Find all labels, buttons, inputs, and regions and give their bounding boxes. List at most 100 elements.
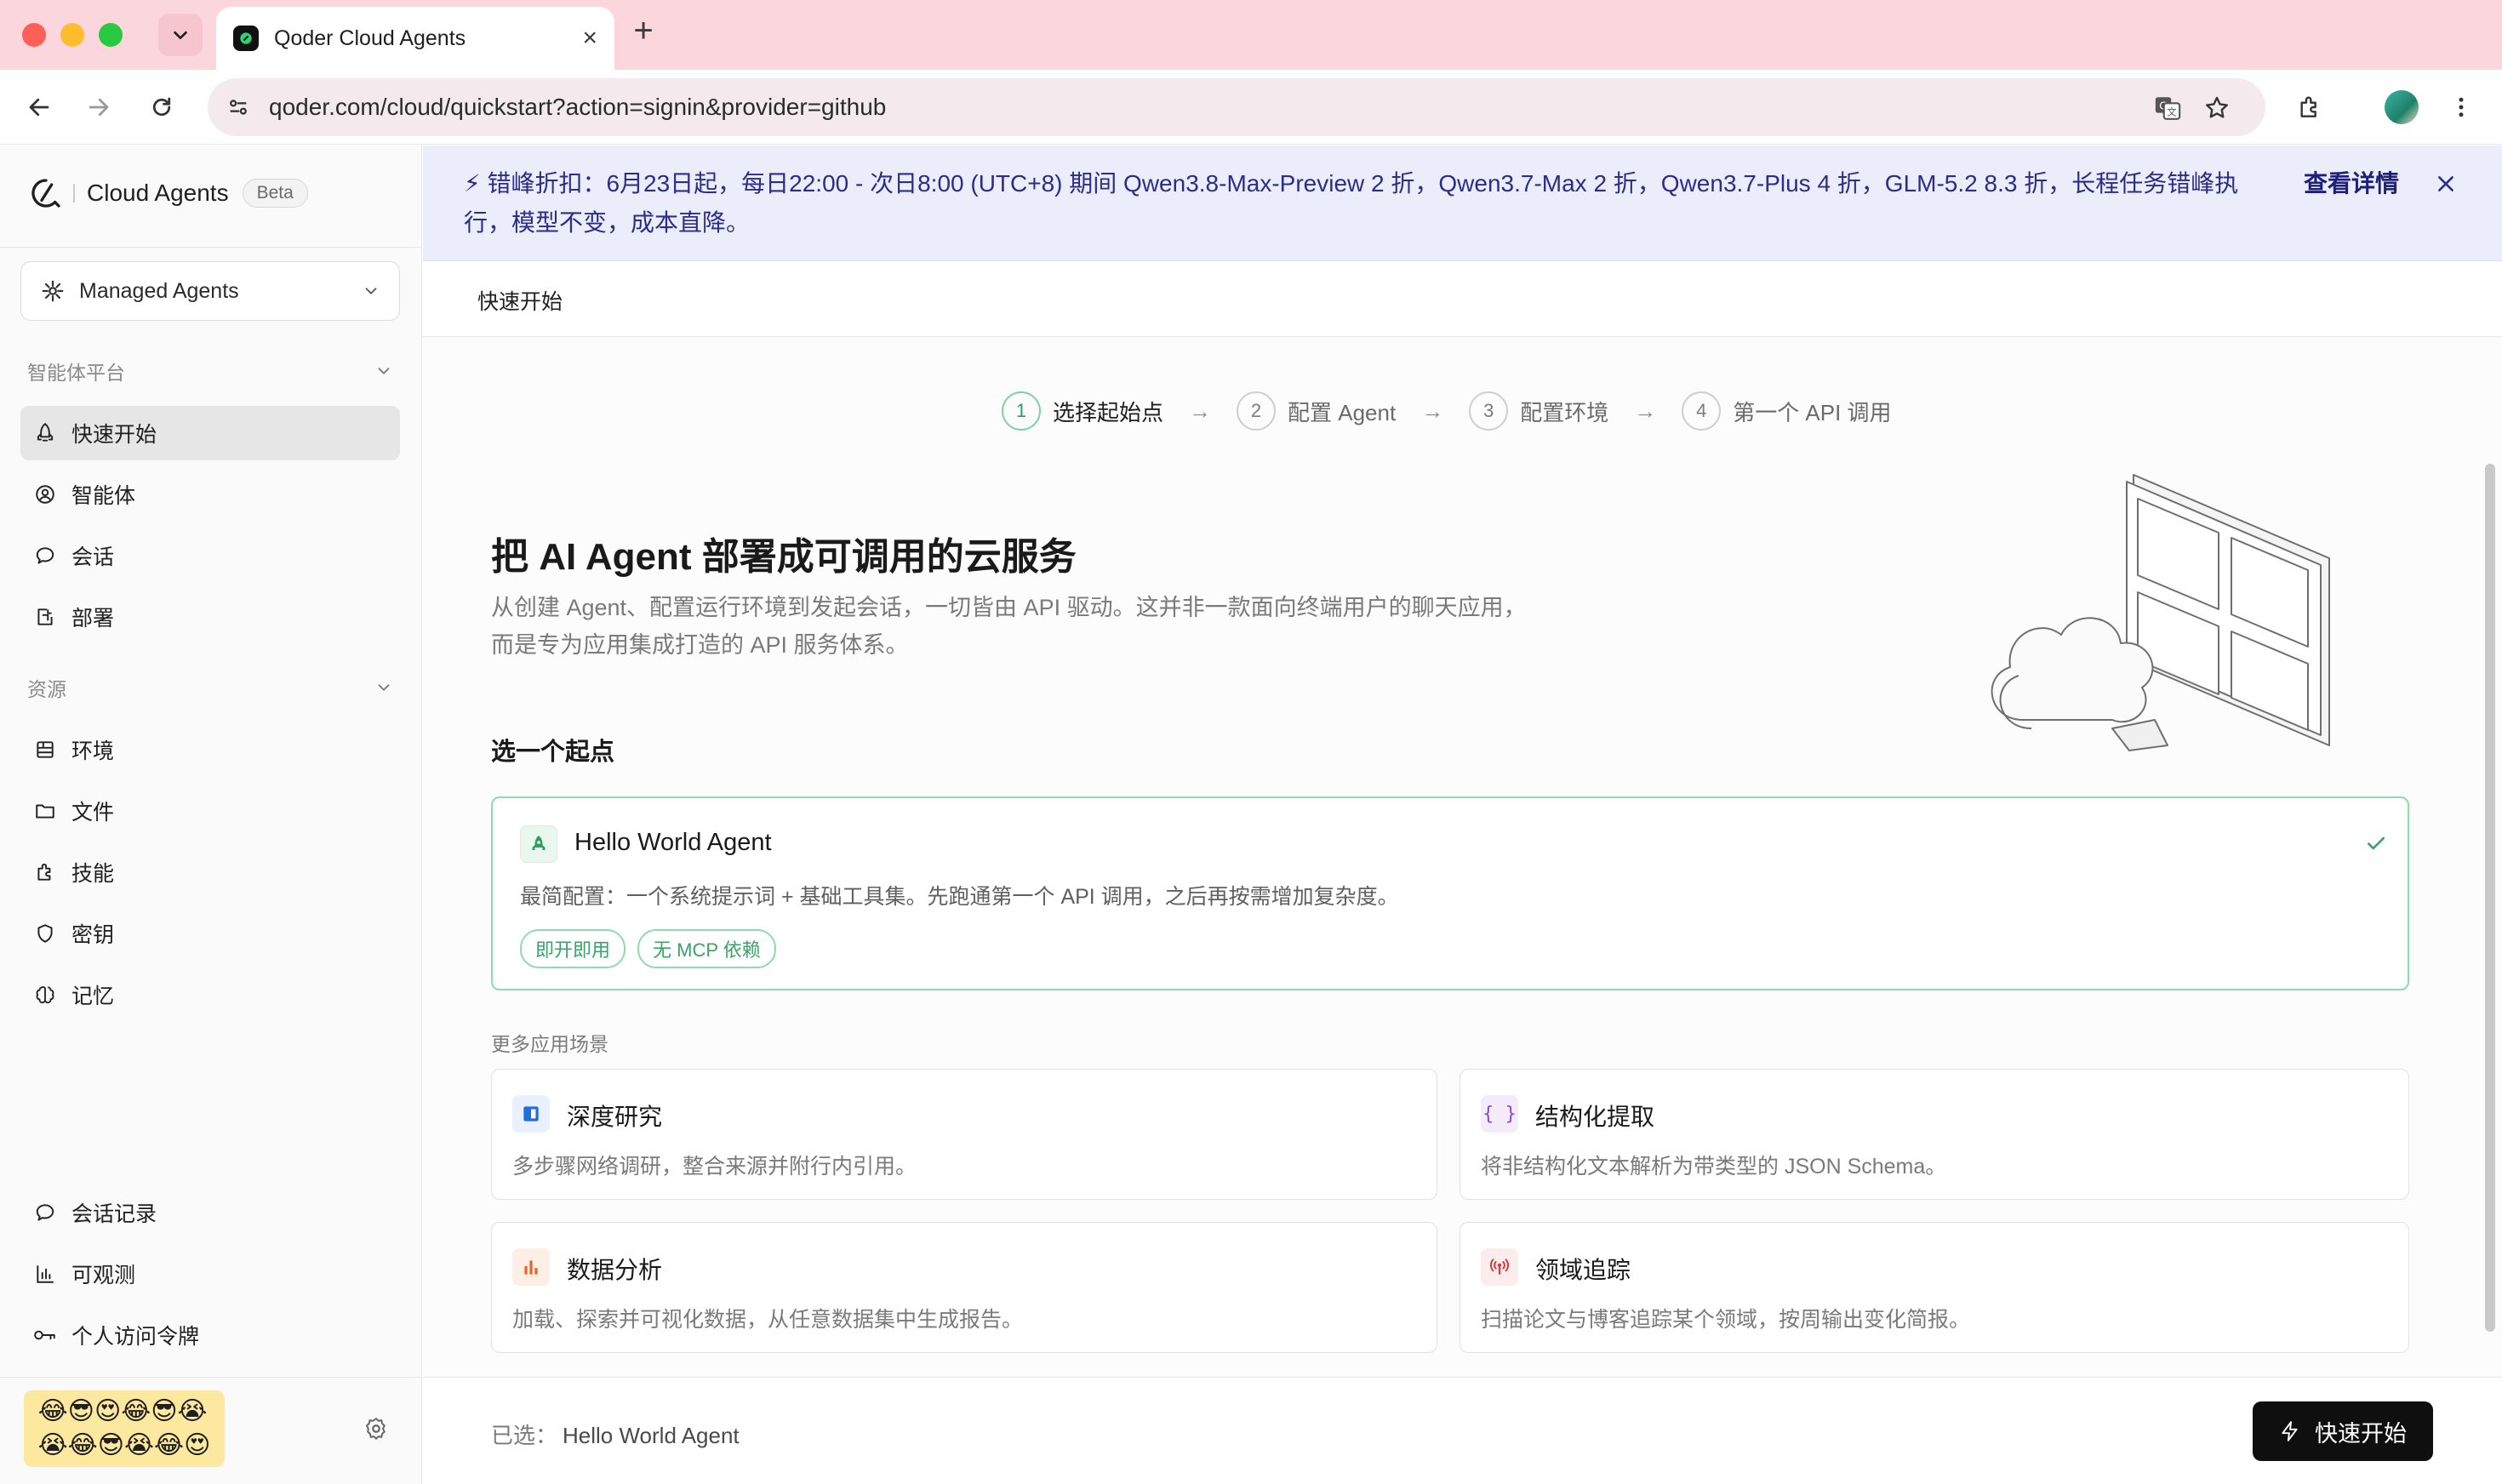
hero-description-line: 而是专为应用集成打造的 API 服务体系。 bbox=[491, 632, 909, 658]
scenario-title: 结构化提取 bbox=[1535, 1104, 1655, 1130]
tag: 即开即用 bbox=[520, 929, 626, 968]
step-number: 4 bbox=[1682, 391, 1722, 431]
tag: 无 MCP 依赖 bbox=[637, 929, 776, 968]
sidebar-item-label: 部署 bbox=[71, 607, 115, 631]
broadcast-icon bbox=[1481, 1248, 1518, 1286]
agent-select-label: Managed Agents bbox=[79, 278, 239, 303]
sidebar-item-environment[interactable]: 环境 bbox=[20, 722, 400, 777]
arrow-left-icon bbox=[29, 98, 49, 117]
managed-agents-icon bbox=[42, 280, 64, 302]
window-close-button[interactable] bbox=[22, 23, 46, 47]
banner-text: ⚡ 错峰折扣：6月23日起，每日22:00 - 次日8:00 (UTC+8) 期… bbox=[464, 170, 2239, 236]
agent-icon bbox=[32, 482, 58, 507]
profile-avatar[interactable] bbox=[2383, 88, 2420, 126]
window-zoom-button[interactable] bbox=[99, 23, 123, 47]
brain-icon bbox=[32, 982, 58, 1007]
divider bbox=[0, 247, 422, 248]
scenario-title: 深度研究 bbox=[567, 1104, 663, 1130]
selection-value: Hello World Agent bbox=[563, 1423, 740, 1448]
back-button[interactable] bbox=[20, 88, 58, 126]
section-label: 智能体平台 bbox=[27, 362, 125, 384]
scenario-card-structured-extraction[interactable]: { } 结构化提取 将非结构化文本解析为带类型的 JSON Schema。 bbox=[1460, 1069, 2409, 1200]
sidebar-item-files[interactable]: 文件 bbox=[20, 784, 400, 838]
sidebar-item-agents[interactable]: 智能体 bbox=[20, 467, 400, 522]
step-2[interactable]: 2 配置 Agent bbox=[1237, 391, 1396, 431]
content-scrollbar[interactable] bbox=[2485, 464, 2495, 1332]
sidebar-item-observability[interactable]: 可观测 bbox=[20, 1247, 400, 1301]
chevron-down-icon bbox=[378, 368, 390, 374]
new-tab-button[interactable]: + bbox=[628, 12, 659, 50]
scenario-card-domain-tracking[interactable]: 领域追踪 扫描论文与博客追踪某个领域，按周输出变化简报。 bbox=[1460, 1222, 2409, 1353]
page-header: 快速开始 bbox=[423, 261, 2502, 337]
bookmark-star-icon[interactable] bbox=[2201, 92, 2233, 124]
browser-menu-icon[interactable] bbox=[2442, 88, 2480, 126]
gear-icon bbox=[366, 1418, 386, 1440]
site-settings-icon[interactable] bbox=[221, 90, 255, 124]
arrow-right-icon bbox=[89, 98, 109, 117]
brand-divider bbox=[73, 184, 75, 203]
step-1[interactable]: 1 选择起始点 bbox=[1002, 391, 1163, 431]
scenario-card-deep-research[interactable]: 深度研究 多步骤网络调研，整合来源并附行内引用。 bbox=[491, 1069, 1437, 1200]
sidebar-item-label: 智能体 bbox=[71, 484, 136, 508]
step-4[interactable]: 4 第一个 API 调用 bbox=[1682, 391, 1892, 431]
step-3[interactable]: 3 配置环境 bbox=[1469, 391, 1608, 431]
sidebar-item-deploy[interactable]: 部署 bbox=[20, 590, 400, 644]
hero-description-line: 从创建 Agent、配置运行环境到发起会话，一切皆由 API 驱动。这并非一款面… bbox=[491, 595, 1527, 620]
section-resources-header[interactable]: 资源 bbox=[27, 673, 393, 702]
card-description: 最简配置：一个系统提示词 + 基础工具集。先跑通第一个 API 调用，之后再按需… bbox=[520, 885, 1399, 909]
forward-button[interactable] bbox=[80, 88, 117, 126]
sidebar-item-secrets[interactable]: 密钥 bbox=[20, 906, 400, 961]
sidebar-item-memory[interactable]: 记忆 bbox=[20, 967, 400, 1022]
hero-description: 从创建 Agent、配置运行环境到发起会话，一切皆由 API 驱动。这并非一款面… bbox=[491, 589, 1597, 664]
tab-search-button[interactable] bbox=[158, 14, 203, 56]
page-title: 快速开始 bbox=[477, 290, 563, 314]
user-avatar[interactable]: 😂😎😍😂😎😭 😭😂😎😭😂😍 bbox=[24, 1390, 225, 1467]
divider bbox=[0, 1377, 422, 1378]
sidebar: Cloud Agents Beta Managed Agents 智能体平台 快… bbox=[0, 146, 422, 1484]
scenario-description: 多步骤网络调研，整合来源并附行内引用。 bbox=[512, 1155, 917, 1179]
hello-world-agent-card[interactable]: Hello World Agent 最简配置：一个系统提示词 + 基础工具集。先… bbox=[491, 796, 2409, 990]
arrow-right-icon: → bbox=[1189, 397, 1212, 424]
deploy-icon bbox=[32, 604, 58, 630]
rocket-icon bbox=[520, 825, 557, 863]
browser-tab-bar: Qoder Cloud Agents × + bbox=[0, 0, 2502, 70]
footer-bar: 已选： Hello World Agent 快速开始 bbox=[423, 1377, 2502, 1484]
tab-close-icon[interactable]: × bbox=[582, 24, 597, 53]
sidebar-item-session-history[interactable]: 会话记录 bbox=[20, 1185, 400, 1240]
arrow-right-icon: → bbox=[1634, 397, 1657, 424]
reload-button[interactable] bbox=[143, 88, 180, 126]
agent-type-select[interactable]: Managed Agents bbox=[20, 261, 400, 321]
selection-prefix: 已选： bbox=[491, 1423, 558, 1448]
sidebar-item-access-tokens[interactable]: 个人访问令牌 bbox=[20, 1308, 400, 1362]
section-platform-header[interactable]: 智能体平台 bbox=[27, 357, 393, 385]
brand[interactable]: Cloud Agents Beta bbox=[29, 176, 308, 210]
wizard-steps: 1 选择起始点 → 2 配置 Agent → 3 配置环境 → 4 第一个 AP… bbox=[1002, 390, 1892, 432]
sidebar-item-quickstart[interactable]: 快速开始 bbox=[20, 406, 400, 460]
step-label: 配置环境 bbox=[1520, 399, 1609, 425]
quickstart-button[interactable]: 快速开始 bbox=[2253, 1401, 2433, 1461]
step-label: 配置 Agent bbox=[1288, 399, 1397, 425]
book-icon bbox=[512, 1095, 550, 1133]
settings-button[interactable] bbox=[361, 1413, 391, 1444]
extensions-icon[interactable] bbox=[2291, 88, 2328, 126]
chevron-down-icon bbox=[174, 31, 187, 40]
window-minimize-button[interactable] bbox=[60, 23, 84, 47]
qoder-favicon-icon bbox=[233, 26, 259, 51]
sidebar-item-sessions[interactable]: 会话 bbox=[20, 528, 400, 583]
section-label: 资源 bbox=[27, 678, 66, 700]
cloud-grid-illustration bbox=[1991, 474, 2330, 751]
bar-chart-icon bbox=[512, 1248, 550, 1286]
translate-icon[interactable]: G文 bbox=[2151, 92, 2184, 124]
key-icon bbox=[32, 1322, 58, 1348]
address-bar[interactable]: qoder.com/cloud/quickstart?action=signin… bbox=[208, 78, 2265, 136]
qoder-logo-icon bbox=[31, 179, 60, 208]
selection-summary: 已选： Hello World Agent bbox=[491, 1418, 740, 1450]
sidebar-item-skills[interactable]: 技能 bbox=[20, 845, 400, 899]
sidebar-item-label: 可观测 bbox=[71, 1264, 136, 1287]
scenario-card-data-analysis[interactable]: 数据分析 加载、探索并可视化数据，从任意数据集中生成报告。 bbox=[491, 1222, 1437, 1353]
lightning-icon bbox=[2282, 1421, 2298, 1441]
banner-close-button[interactable] bbox=[2431, 169, 2460, 198]
browser-tab[interactable]: Qoder Cloud Agents × bbox=[216, 7, 614, 70]
scenario-title: 数据分析 bbox=[567, 1257, 663, 1283]
banner-details-link[interactable]: 查看详情 bbox=[2304, 164, 2399, 203]
